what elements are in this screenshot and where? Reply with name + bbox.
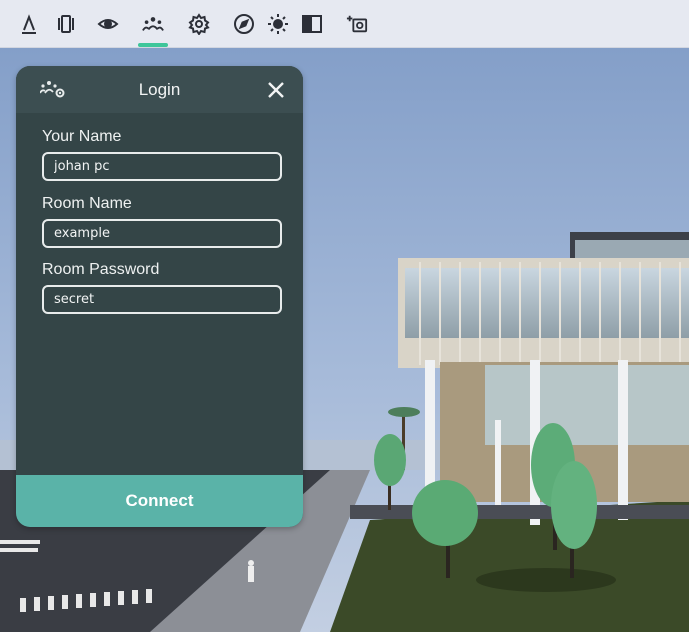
top-toolbar <box>0 0 689 48</box>
settings-gear-icon <box>188 12 210 35</box>
lawn <box>330 500 689 632</box>
room-name-input[interactable] <box>42 219 282 248</box>
compass-icon <box>234 13 254 34</box>
collaboration-button[interactable] <box>135 0 171 47</box>
layers-icon <box>58 14 74 33</box>
room-password-label: Room Password <box>42 261 160 278</box>
close-icon[interactable] <box>263 77 289 103</box>
your-name-label: Your Name <box>42 128 122 145</box>
login-panel-header: Login <box>16 66 303 113</box>
split-view-button[interactable] <box>294 0 330 47</box>
pedestrian <box>248 560 254 582</box>
room-name-label: Room Name <box>42 195 132 212</box>
connect-button[interactable]: Connect <box>16 475 303 527</box>
collaboration-icon <box>142 16 164 31</box>
sun-icon <box>268 13 288 34</box>
split-view-icon <box>302 14 322 33</box>
layers-button[interactable] <box>48 0 84 47</box>
camera-sparkle-icon <box>346 15 368 32</box>
room-password-input[interactable] <box>42 285 282 314</box>
screenshot-button[interactable] <box>339 0 375 47</box>
your-name-input[interactable] <box>42 152 282 181</box>
sun-light-button[interactable] <box>260 0 296 47</box>
active-tab-indicator <box>138 43 168 47</box>
measure-button[interactable] <box>11 0 47 47</box>
login-panel: Login Your Name Room Name Room Password … <box>16 66 303 527</box>
settings-button[interactable] <box>181 0 217 47</box>
eye-icon <box>97 18 119 29</box>
navigation-button[interactable] <box>226 0 262 47</box>
login-title: Login <box>138 80 181 99</box>
visibility-button[interactable] <box>90 0 126 47</box>
measure-icon <box>22 13 36 34</box>
